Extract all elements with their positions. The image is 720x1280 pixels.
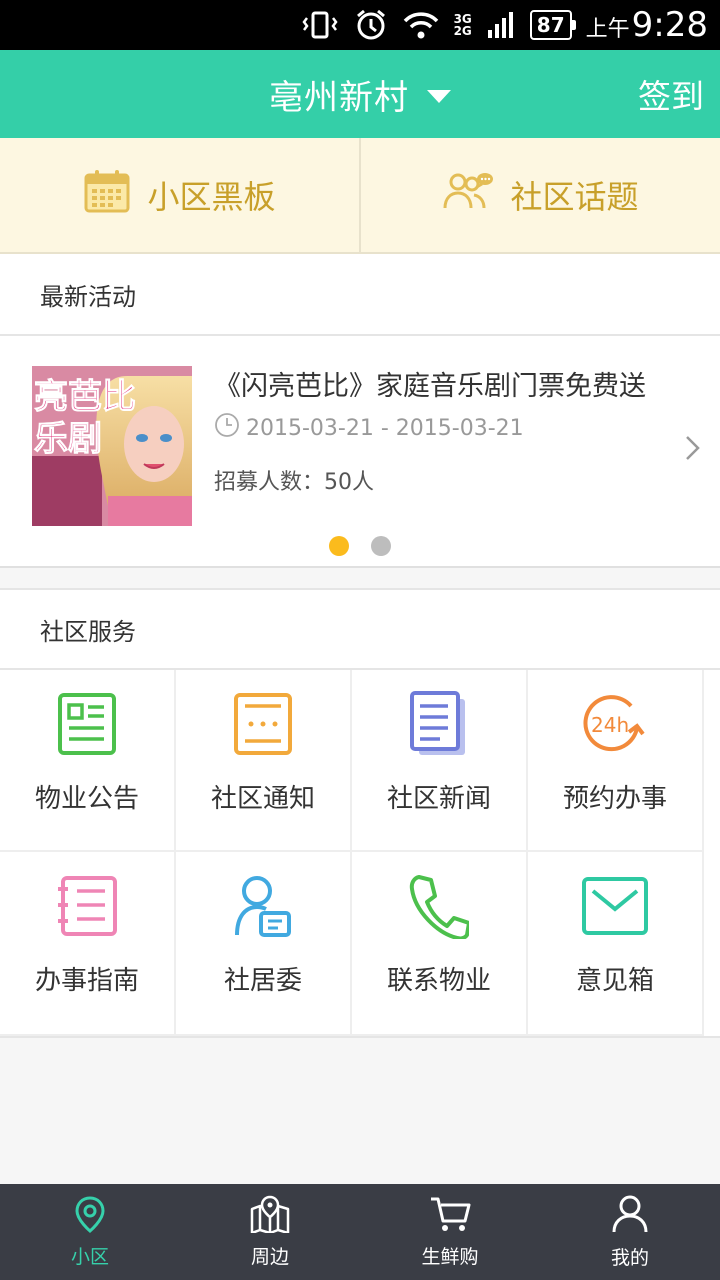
nav-mine[interactable]: 我的 <box>540 1184 720 1280</box>
service-label: 意见箱 <box>575 966 654 996</box>
quick-link-blackboard[interactable]: 小区黑板 <box>0 138 359 252</box>
nav-nearby[interactable]: 周边 <box>180 1184 360 1280</box>
chevron-right-icon <box>684 434 702 466</box>
community-selector[interactable]: 亳州新村 <box>0 50 720 138</box>
nav-label: 周边 <box>250 1246 289 1268</box>
clock-ampm: 上午 <box>585 17 630 42</box>
battery-indicator: 87 <box>529 10 576 40</box>
notification-icon <box>233 688 293 760</box>
service-label: 社区通知 <box>210 784 315 814</box>
section-title: 社区服务 <box>40 617 136 646</box>
community-services-heading: 社区服务 <box>0 588 720 670</box>
bottom-nav: 小区 周边 生鲜购 我的 <box>0 1184 720 1280</box>
activity-card[interactable]: 亮芭比 乐剧 《闪亮芭比》家庭音乐剧门票免费送 2015-03-21 - 201… <box>0 336 720 568</box>
resident-committee-icon <box>233 870 293 942</box>
service-property-notice[interactable]: 物业公告 <box>0 670 176 852</box>
map-pin-icon <box>249 1195 291 1238</box>
clock-icon <box>214 412 240 444</box>
svg-text:亮芭比: 亮芭比 <box>34 377 136 417</box>
service-label: 联系物业 <box>386 966 491 996</box>
mail-icon <box>581 870 649 942</box>
service-community-notice[interactable]: 社区通知 <box>176 670 352 852</box>
svg-text:24h: 24h <box>591 713 629 737</box>
location-pin-icon <box>74 1195 106 1238</box>
activity-title: 《闪亮芭比》家庭音乐剧门票免费送 <box>214 371 646 402</box>
service-community-news[interactable]: 社区新闻 <box>352 670 528 852</box>
svg-text:乐剧: 乐剧 <box>34 419 102 459</box>
pager-dot-1[interactable] <box>329 536 349 556</box>
status-bar: 3G 2G 87 上午 9:28 <box>0 0 720 50</box>
clock: 上午 9:28 <box>586 5 708 45</box>
activity-date-range: 2015-03-21 - 2015-03-21 <box>246 415 524 441</box>
caret-down-icon <box>427 89 451 103</box>
service-label: 办事指南 <box>34 966 139 996</box>
quick-links: 小区黑板 社区话题 <box>0 138 720 254</box>
network-2g-label: 2G <box>453 24 472 38</box>
latest-activity-heading: 最新活动 <box>0 254 720 336</box>
service-label: 物业公告 <box>34 784 139 814</box>
service-guide[interactable]: 办事指南 <box>0 852 176 1036</box>
phone-icon <box>409 870 469 942</box>
guide-list-icon <box>55 870 119 942</box>
nav-label: 小区 <box>70 1246 109 1268</box>
alarm-icon <box>354 8 388 42</box>
24h-clock-icon: 24h <box>579 688 651 760</box>
section-title: 最新活动 <box>40 282 136 311</box>
service-suggestion-box[interactable]: 意见箱 <box>528 852 704 1036</box>
service-label: 社区新闻 <box>386 784 491 814</box>
activity-poster-image: 亮芭比 乐剧 <box>32 366 192 526</box>
service-appointment[interactable]: 24h 预约办事 <box>528 670 704 852</box>
pager-dot-2[interactable] <box>371 536 391 556</box>
clock-time: 9:28 <box>631 5 708 45</box>
calendar-icon <box>83 168 131 222</box>
network-type: 3G 2G <box>454 13 472 37</box>
service-label: 预约办事 <box>562 784 667 814</box>
activity-recruit-count: 招募人数：50人 <box>214 470 374 495</box>
service-label: 社居委 <box>223 966 302 996</box>
community-name: 亳州新村 <box>269 77 409 118</box>
news-icon <box>409 688 469 760</box>
checkin-button[interactable]: 签到 <box>638 50 704 138</box>
quick-link-label: 小区黑板 <box>147 178 276 216</box>
service-resident-committee[interactable]: 社居委 <box>176 852 352 1036</box>
quick-link-label: 社区话题 <box>510 178 639 216</box>
nav-community[interactable]: 小区 <box>0 1184 180 1280</box>
app-header: 亳州新村 签到 <box>0 50 720 138</box>
user-icon <box>611 1194 649 1239</box>
service-contact-property[interactable]: 联系物业 <box>352 852 528 1036</box>
activity-date: 2015-03-21 - 2015-03-21 <box>214 412 524 444</box>
nav-label: 我的 <box>610 1247 649 1269</box>
cart-icon <box>429 1195 471 1238</box>
carousel-pager <box>0 536 720 556</box>
nav-label: 生鲜购 <box>421 1246 479 1268</box>
nav-fresh-shop[interactable]: 生鲜购 <box>360 1184 540 1280</box>
quick-link-topics[interactable]: 社区话题 <box>359 138 720 252</box>
signal-icon <box>486 10 516 40</box>
people-chat-icon <box>442 171 494 219</box>
vibrate-icon <box>300 10 340 40</box>
services-grid: 物业公告 社区通知 社区新闻 24h 预约办事 办事指南 社居委 联系物业 意见… <box>0 670 720 1038</box>
wifi-icon <box>402 10 440 40</box>
notice-board-icon <box>57 688 117 760</box>
